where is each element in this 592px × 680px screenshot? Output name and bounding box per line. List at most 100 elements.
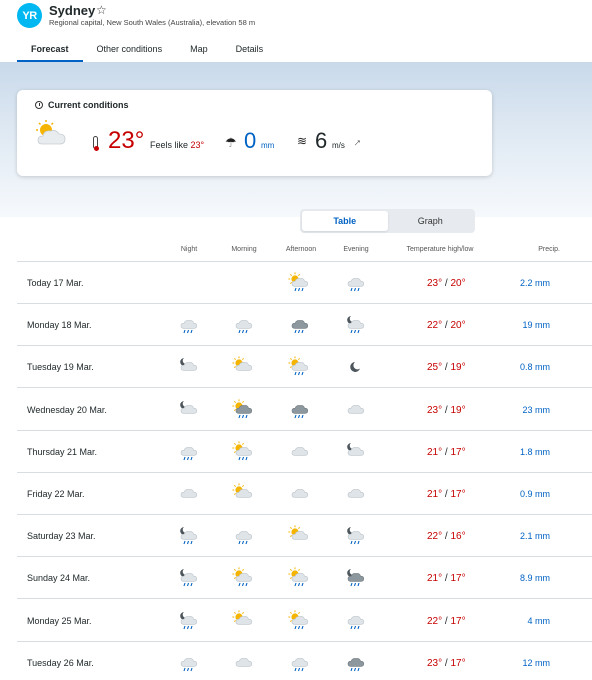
precipitation-amount: 8.9 mm [519,573,550,584]
current-conditions-card: Current conditions 23° Feels like 23° ☂ … [17,90,492,176]
cloud-icon [343,399,369,421]
empty-weather-cell [176,272,202,294]
moon-cloud-icon [176,356,202,378]
forecast-row[interactable]: Saturday 23 Mar. 22° / 16° 2.1 mm [17,515,592,558]
feels-like-label: Feels like [150,140,189,150]
precipitation-amount: 19 mm [522,320,550,331]
precipitation-amount: 0.8 mm [519,362,550,373]
dark-cloud-rain-icon [287,399,313,421]
current-conditions-heading: Current conditions [35,100,129,110]
forecast-row[interactable]: Monday 18 Mar. 22° / 20° 19 mm [17,304,592,347]
moon-icon [343,356,369,378]
precipitation-amount: 4 mm [527,615,551,626]
forecast-row[interactable]: Tuesday 26 Mar. 23° / 17° 12 mm [17,642,592,680]
thermometer-icon [93,136,99,151]
col-precip: Precip. [538,246,560,253]
temperature-low: 16° [450,531,466,543]
current-wind-unit: m/s [332,141,345,150]
wind-icon: ≋ [297,134,308,148]
col-evening: Evening [343,246,369,253]
yr-logo[interactable]: YR [17,3,42,28]
temperature-high-low: 22° / 16° [427,531,466,542]
tab-map[interactable]: Map [176,36,222,62]
cloud-rain-icon [231,525,257,547]
location-subtitle: Regional capital, New South Wales (Austr… [49,18,256,27]
cloud-moon-rain-icon [176,610,202,632]
temperature-high: 21° [427,489,443,500]
precipitation-amount: 2.2 mm [519,278,550,288]
cloud-rain-icon [176,314,202,336]
forecast-row[interactable]: Thursday 21 Mar. 21° / 17° 1.8 mm [17,431,592,473]
cloud-moon-rain-icon [343,525,369,547]
forecast-day-label: Today 17 Mar. [27,278,84,288]
cloud-icon [287,483,313,505]
table-view-button[interactable]: Table [302,211,388,231]
cloud-rain-icon [176,652,202,674]
temperature-low: 17° [450,446,466,458]
clock-icon [35,101,43,109]
current-wind-value: 6 [315,128,328,153]
view-toggle: Table Graph [300,209,475,233]
forecast-row[interactable]: Tuesday 19 Mar. 25° / 19° 0.8 mm [17,346,592,389]
cloud-moon-rain-icon [343,314,369,336]
temperature-high: 23° [427,278,443,289]
cloud-rain-icon [287,652,313,674]
forecast-row[interactable]: Sunday 24 Mar. 21° / 17° 8.9 mm [17,557,592,600]
forecast-day-label: Monday 18 Mar. [27,320,92,331]
graph-view-button[interactable]: Graph [388,211,474,231]
temperature-low: 17° [450,573,466,585]
cloud-icon [343,483,369,505]
feels-like-value: 23° [190,140,205,150]
wind-direction-icon: → [348,133,365,151]
temperature-high-low: 23° / 19° [427,405,466,416]
temperature-low: 19° [450,362,466,374]
temperature-high-low: 22° / 20° [427,320,466,331]
tab-forecast[interactable]: Forecast [17,36,83,62]
temperature-low: 20° [450,320,466,332]
dark-cloud-sun-rain-icon [231,398,257,421]
favourite-star-icon[interactable]: ☆ [96,3,107,17]
site-header: YR Sydney ☆ Regional capital, New South … [0,0,592,62]
precipitation-amount: 12 mm [522,657,550,668]
precipitation-amount: 1.8 mm [519,446,550,457]
col-afternoon: Afternoon [285,246,317,253]
current-temperature: 23° [108,127,145,154]
current-precip-value: 0 [244,128,257,153]
col-temperature: Temperature high/low [406,246,474,253]
forecast-row[interactable]: Monday 25 Mar. 22° / 17° 4 mm [17,600,592,642]
cloud-icon [287,441,313,463]
forecast-row[interactable]: Today 17 Mar. 23° / 20° 2.2 mm [17,262,592,304]
forecast-day-label: Wednesday 20 Mar. [27,404,107,415]
forecast-day-label: Friday 22 Mar. [27,489,85,499]
temperature-high-low: 23° / 20° [427,278,466,289]
current-conditions-title: Current conditions [48,100,129,110]
tab-details[interactable]: Details [222,36,278,62]
current-precip-unit: mm [261,141,275,150]
precipitation-amount: 2.1 mm [519,531,550,542]
cloud-sun-rain-icon [287,609,313,632]
sun-cloud-icon [231,609,257,632]
dark-cloud-moon-rain-icon [343,567,369,589]
empty-weather-cell [231,272,257,294]
location-title: Sydney [49,3,96,18]
precipitation-amount: 0.9 mm [519,489,550,499]
temperature-low: 17° [450,615,466,627]
cloud-sun-rain-icon [287,567,313,589]
partly-cloudy-day-icon [34,120,70,148]
forecast-row[interactable]: Wednesday 20 Mar. 23° / 19° 23 mm [17,389,592,431]
tab-other-conditions[interactable]: Other conditions [83,36,177,62]
temperature-high: 21° [427,446,443,458]
umbrella-icon: ☂ [225,135,237,150]
forecast-day-label: Tuesday 26 Mar. [27,657,94,668]
cloud-rain-icon [176,441,202,463]
cloud-sun-rain-icon [231,441,257,463]
temperature-high: 22° [427,320,443,332]
cloud-moon-rain-icon [176,525,202,547]
dark-cloud-rain-icon [343,652,369,674]
precipitation-amount: 23 mm [522,404,550,415]
forecast-row[interactable]: Friday 22 Mar. 21° / 17° 0.9 mm [17,473,592,515]
temperature-high: 25° [427,362,443,374]
temperature-low: 19° [450,404,466,416]
temperature-high: 23° [427,404,443,416]
col-morning: Morning [231,246,257,253]
